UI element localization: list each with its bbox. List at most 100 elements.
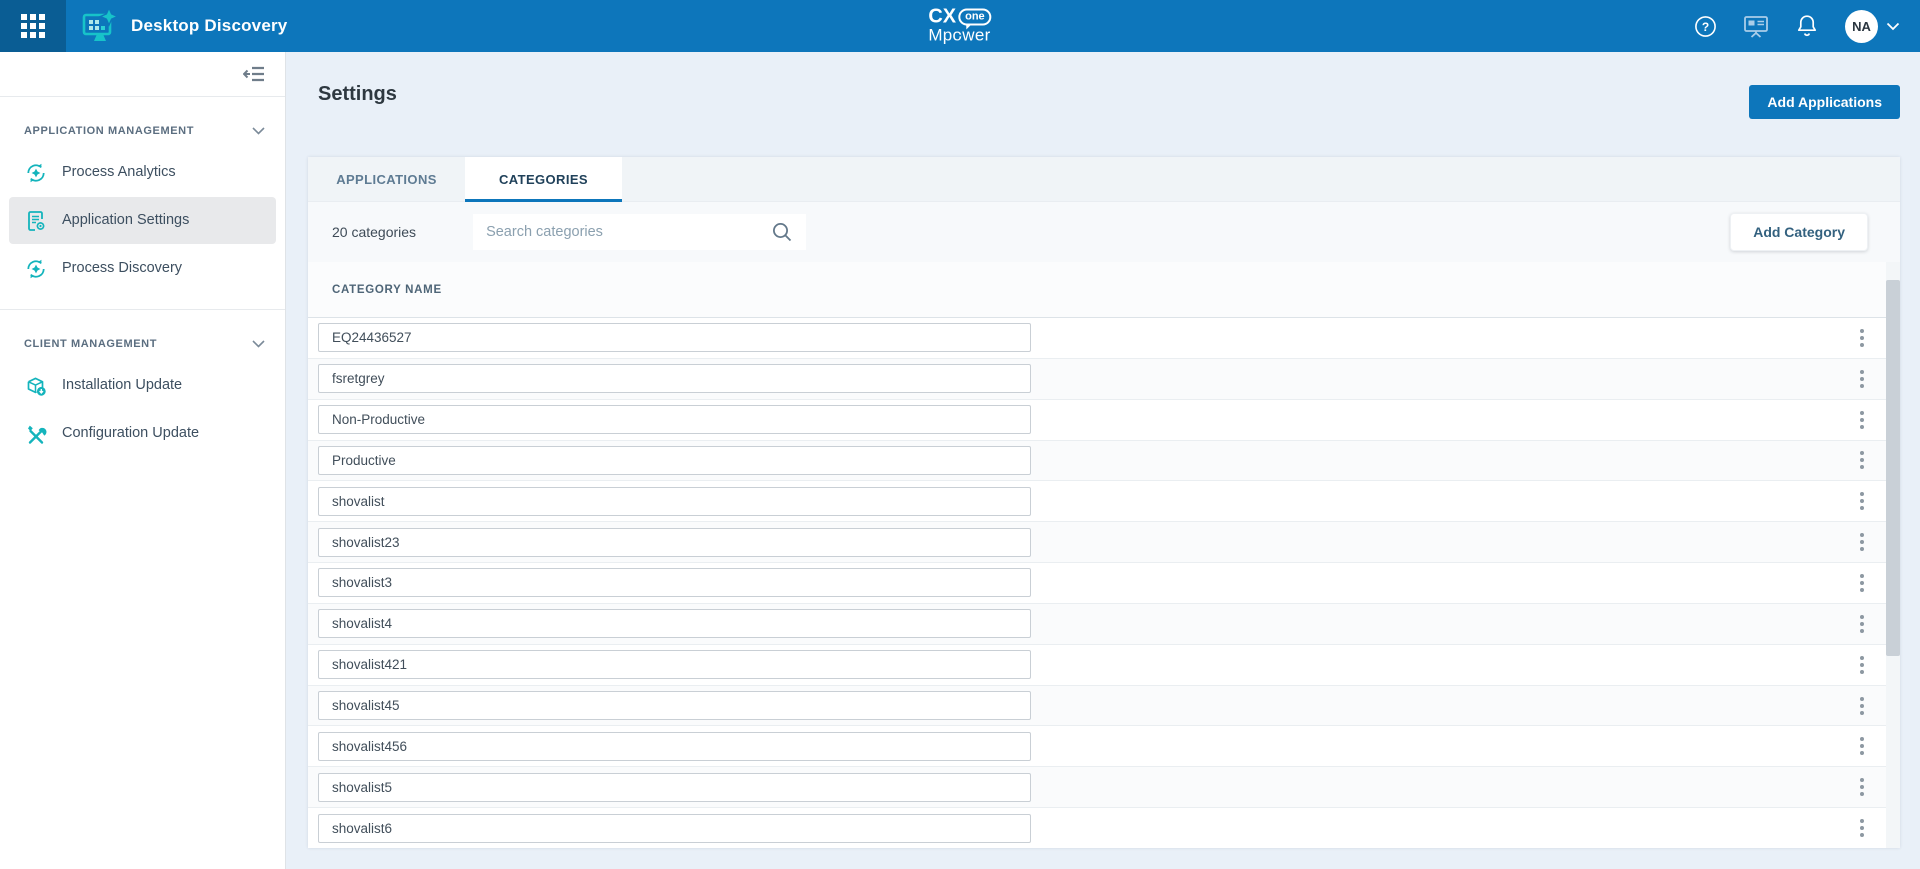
logo-cx: CX xyxy=(928,8,956,27)
search-icon[interactable] xyxy=(771,221,793,243)
sidebar-item-label: Application Settings xyxy=(62,213,189,228)
sidebar-item-label: Process Analytics xyxy=(62,165,176,180)
category-row xyxy=(308,318,1900,359)
category-name-input[interactable] xyxy=(318,364,1031,393)
process-analytics-icon xyxy=(25,162,47,184)
kebab-menu-icon[interactable] xyxy=(1860,533,1864,537)
category-row xyxy=(308,808,1900,848)
sidebar-item-configuration-update[interactable]: Configuration Update xyxy=(9,410,276,457)
category-row xyxy=(308,686,1900,727)
kebab-menu-icon[interactable] xyxy=(1860,411,1864,415)
category-name-input[interactable] xyxy=(318,650,1031,679)
category-list xyxy=(308,318,1900,848)
sidebar-item-process-discovery[interactable]: Process Discovery xyxy=(9,245,276,292)
sidebar-item-application-settings[interactable]: Application Settings xyxy=(9,197,276,244)
kebab-menu-icon[interactable] xyxy=(1860,574,1864,578)
category-name-input[interactable] xyxy=(318,691,1031,720)
category-row xyxy=(308,441,1900,482)
main-content: Settings Add Applications APPLICATIONS C… xyxy=(287,52,1920,869)
page-title: Settings xyxy=(318,83,397,106)
logo-mp: Mp xyxy=(928,26,952,45)
avatar[interactable]: NA xyxy=(1845,10,1878,43)
kebab-menu-icon[interactable] xyxy=(1860,778,1864,782)
categories-toolbar: 20 categories Add Category xyxy=(308,202,1900,262)
logo-one-bubble: one xyxy=(958,9,992,26)
category-name-input[interactable] xyxy=(318,405,1031,434)
sidebar-collapse-row xyxy=(0,52,285,97)
installation-update-icon xyxy=(25,375,47,397)
add-applications-button[interactable]: Add Applications xyxy=(1749,85,1900,119)
category-name-input[interactable] xyxy=(318,609,1031,638)
chevron-down-icon[interactable] xyxy=(252,340,265,348)
category-name-input[interactable] xyxy=(318,487,1031,516)
logo-robot-o: o xyxy=(953,27,963,45)
desktop-discovery-product-icon xyxy=(81,8,119,44)
settings-panel: APPLICATIONS CATEGORIES 20 categories Ad… xyxy=(308,157,1900,848)
category-row xyxy=(308,400,1900,441)
chevron-down-icon xyxy=(1886,22,1900,31)
category-name-input[interactable] xyxy=(318,732,1031,761)
notifications-bell-icon[interactable] xyxy=(1795,13,1819,39)
sidebar-item-label: Process Discovery xyxy=(62,261,182,276)
sidebar-section-client-management[interactable]: CLIENT MANAGEMENT xyxy=(0,338,285,350)
sidebar-item-installation-update[interactable]: Installation Update xyxy=(9,362,276,409)
section-label: APPLICATION MANAGEMENT xyxy=(24,125,194,137)
kebab-menu-icon[interactable] xyxy=(1860,656,1864,660)
sidebar: APPLICATION MANAGEMENT Process Analytics xyxy=(0,52,286,869)
tab-applications[interactable]: APPLICATIONS xyxy=(308,157,465,201)
screen-share-icon[interactable] xyxy=(1743,14,1769,38)
chevron-down-icon[interactable] xyxy=(252,127,265,135)
category-name-input[interactable] xyxy=(318,323,1031,352)
category-name-input[interactable] xyxy=(318,814,1031,843)
logo-line-2: Mpower xyxy=(928,27,991,45)
sidebar-item-label: Installation Update xyxy=(62,378,182,393)
category-name-column-header: CATEGORY NAME xyxy=(332,284,442,296)
process-discovery-icon xyxy=(25,258,47,280)
sidebar-divider xyxy=(0,309,285,310)
tab-bar: APPLICATIONS CATEGORIES xyxy=(308,157,1900,202)
sidebar-item-process-analytics[interactable]: Process Analytics xyxy=(9,149,276,196)
category-row xyxy=(308,767,1900,808)
category-row xyxy=(308,563,1900,604)
kebab-menu-icon[interactable] xyxy=(1860,492,1864,496)
category-row xyxy=(308,522,1900,563)
help-icon[interactable]: ? xyxy=(1694,15,1717,38)
kebab-menu-icon[interactable] xyxy=(1860,819,1864,823)
add-category-button[interactable]: Add Category xyxy=(1730,213,1868,251)
kebab-menu-icon[interactable] xyxy=(1860,451,1864,455)
app-launcher-button[interactable] xyxy=(0,0,66,52)
collapse-sidebar-icon[interactable] xyxy=(243,65,265,83)
category-row xyxy=(308,481,1900,522)
kebab-menu-icon[interactable] xyxy=(1860,615,1864,619)
app-launcher-icon xyxy=(21,14,45,38)
kebab-menu-icon[interactable] xyxy=(1860,737,1864,741)
category-row xyxy=(308,359,1900,400)
application-settings-icon xyxy=(25,210,47,232)
category-name-input[interactable] xyxy=(318,446,1031,475)
user-menu[interactable]: NA xyxy=(1845,10,1900,43)
section-label: CLIENT MANAGEMENT xyxy=(24,338,157,350)
top-actions: ? NA xyxy=(1694,0,1900,52)
product-branding: Desktop Discovery xyxy=(81,8,287,44)
category-name-input[interactable] xyxy=(318,773,1031,802)
search-input[interactable] xyxy=(486,224,771,240)
scrollbar-thumb[interactable] xyxy=(1886,280,1900,656)
search-box[interactable] xyxy=(473,214,806,250)
top-bar: Desktop Discovery CXone Mpower ? xyxy=(0,0,1920,52)
logo-line-1: CXone xyxy=(928,8,991,27)
sidebar-item-label: Configuration Update xyxy=(62,426,199,441)
configuration-update-icon xyxy=(25,423,47,445)
category-name-input[interactable] xyxy=(318,568,1031,597)
category-row xyxy=(308,645,1900,686)
kebab-menu-icon[interactable] xyxy=(1860,370,1864,374)
tab-categories[interactable]: CATEGORIES xyxy=(465,157,622,201)
category-name-input[interactable] xyxy=(318,528,1031,557)
scrollbar-track[interactable] xyxy=(1886,262,1900,848)
cxone-mpower-logo: CXone Mpower xyxy=(928,8,991,45)
category-row xyxy=(308,604,1900,645)
kebab-menu-icon[interactable] xyxy=(1860,329,1864,333)
sidebar-section-application-management[interactable]: APPLICATION MANAGEMENT xyxy=(0,125,285,137)
category-row xyxy=(308,726,1900,767)
svg-text:?: ? xyxy=(1702,19,1709,33)
kebab-menu-icon[interactable] xyxy=(1860,697,1864,701)
